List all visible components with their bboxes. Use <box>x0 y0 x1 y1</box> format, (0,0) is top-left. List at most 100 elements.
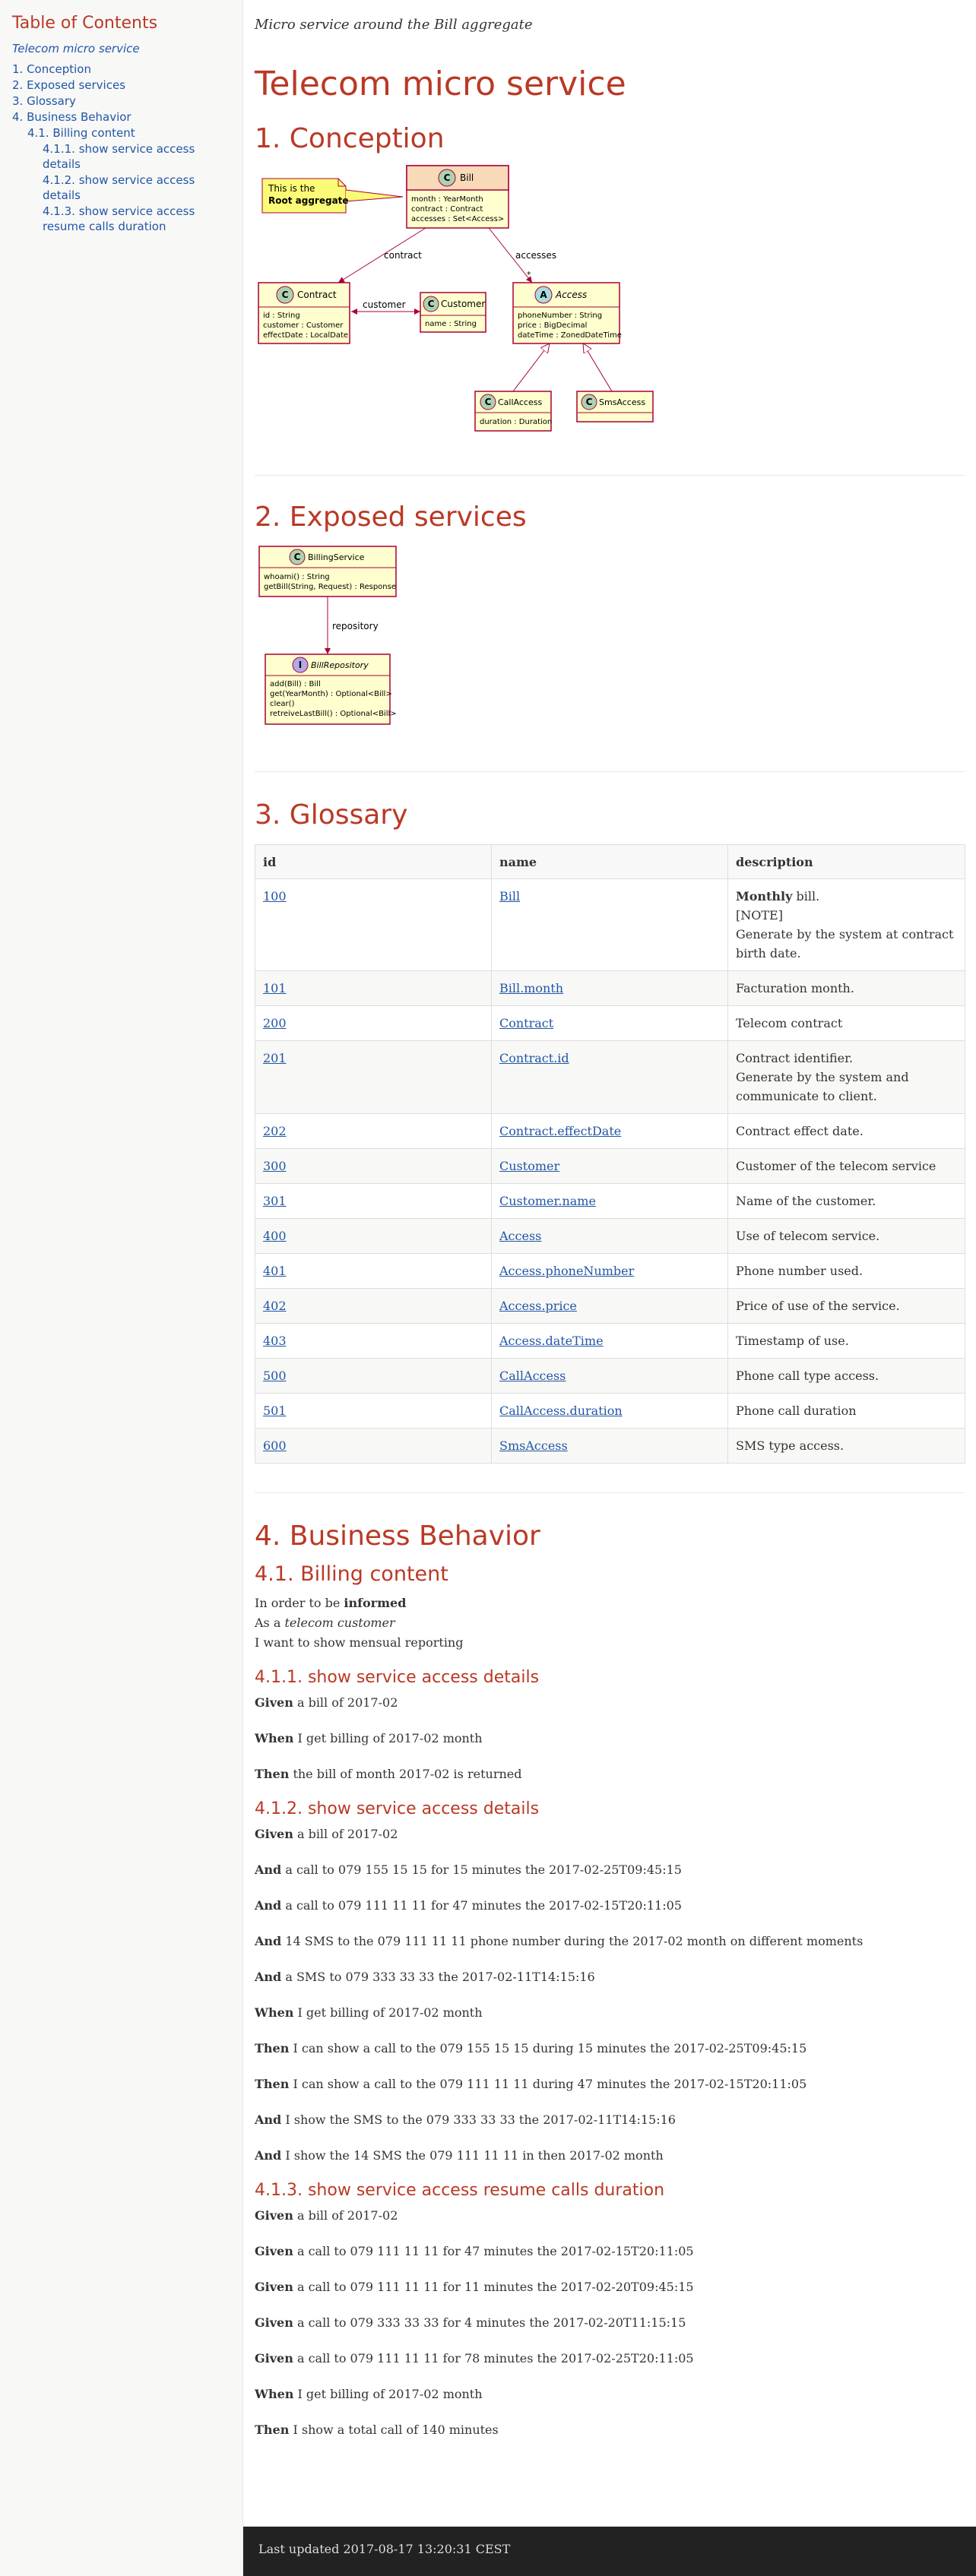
toc-document-title: Telecom micro service <box>12 42 140 55</box>
scenario-step: When I get billing of 2017-02 month <box>255 2003 965 2023</box>
toc-link-exposed-services[interactable]: 2. Exposed services <box>12 78 230 93</box>
glossary-name-link[interactable]: Bill <box>499 889 520 903</box>
cell-id: 300 <box>255 1148 492 1184</box>
toc-link-billing-content[interactable]: 4.1. Billing content <box>12 125 230 141</box>
glossary-id-link[interactable]: 300 <box>263 1159 287 1173</box>
intro-line: I want to show mensual reporting <box>255 1633 965 1653</box>
svg-text:SmsAccess: SmsAccess <box>599 397 645 407</box>
description-text: Contract effect date. <box>736 1124 864 1138</box>
step-text: a call to 079 111 11 11 for 47 minutes t… <box>293 2244 694 2258</box>
toc-link-scenario-1[interactable]: 4.1.1. show service access details <box>12 141 230 172</box>
step-text: a call to 079 155 15 15 for 15 minutes t… <box>281 1862 682 1877</box>
description-line: Monthly bill. <box>736 887 957 906</box>
glossary-name-link[interactable]: CallAccess.duration <box>499 1404 623 1418</box>
glossary-id-link[interactable]: 101 <box>263 981 287 995</box>
class-diagram-domain: This is the Root aggregate C Bill month … <box>258 165 654 432</box>
svg-text:price : BigDecimal: price : BigDecimal <box>518 321 587 330</box>
glossary-id-link[interactable]: 500 <box>263 1369 287 1383</box>
description-text: Phone call type access. <box>736 1369 879 1383</box>
cell-name: Contract.effectDate <box>491 1113 728 1149</box>
glossary-name-link[interactable]: Contract.effectDate <box>499 1124 621 1138</box>
glossary-id-link[interactable]: 301 <box>263 1194 287 1208</box>
cell-name: SmsAccess <box>491 1428 728 1464</box>
glossary-id-link[interactable]: 600 <box>263 1438 287 1453</box>
step-text: 14 SMS to the 079 111 11 11 phone number… <box>281 1934 864 1948</box>
intro-text: In order to be <box>255 1596 344 1610</box>
svg-text:Contract: Contract <box>297 290 337 300</box>
toc-link-conception[interactable]: 1. Conception <box>12 62 230 77</box>
glossary-name-link[interactable]: Customer.name <box>499 1194 596 1208</box>
step-text: a call to 079 111 11 11 for 47 minutes t… <box>281 1898 682 1913</box>
step-text: a bill of 2017-02 <box>293 2208 398 2223</box>
glossary-id-link[interactable]: 403 <box>263 1334 287 1348</box>
cell-description: Timestamp of use. <box>727 1323 965 1359</box>
glossary-name-link[interactable]: Contract <box>499 1016 553 1030</box>
glossary-header-row: id name description <box>255 844 965 879</box>
intro-bold: informed <box>344 1596 407 1610</box>
step-text: I can show a call to the 079 111 11 11 d… <box>289 2077 807 2091</box>
svg-text:dateTime : ZonedDateTime: dateTime : ZonedDateTime <box>518 331 622 340</box>
step-text: I can show a call to the 079 155 15 15 d… <box>289 2041 807 2055</box>
description-line: Generate by the system and communicate t… <box>736 1068 957 1106</box>
cell-id: 101 <box>255 970 492 1006</box>
glossary-id-link[interactable]: 402 <box>263 1299 287 1313</box>
description-text: Phone call duration <box>736 1404 857 1418</box>
scenarios: 4.1.1. show service access details Given … <box>255 1668 965 2440</box>
glossary-id-link[interactable]: 501 <box>263 1404 287 1418</box>
toc-link-glossary[interactable]: 3. Glossary <box>12 93 230 109</box>
step-keyword: When <box>255 1731 294 1745</box>
description-text: Facturation month. <box>736 981 854 995</box>
glossary-name-link[interactable]: SmsAccess <box>499 1438 568 1453</box>
scenario-step: And a call to 079 111 11 11 for 47 minut… <box>255 1896 965 1916</box>
svg-text:BillingService: BillingService <box>308 552 365 562</box>
description-line: Generate by the system at contract birth… <box>736 925 957 963</box>
glossary-name-link[interactable]: Access <box>499 1229 541 1243</box>
glossary-name-link[interactable]: CallAccess <box>499 1369 566 1383</box>
section-heading-glossary: 3. Glossary <box>255 799 408 831</box>
glossary-id-link[interactable]: 201 <box>263 1051 287 1065</box>
table-row: 500 CallAccess Phone call type access. <box>255 1358 965 1394</box>
glossary-name-link[interactable]: Bill.month <box>499 981 563 995</box>
glossary-name-link[interactable]: Customer <box>499 1159 559 1173</box>
cell-id: 401 <box>255 1253 492 1289</box>
last-updated-text: Last updated 2017-08-17 13:20:31 CEST <box>258 2542 511 2556</box>
column-header-name: name <box>491 844 728 879</box>
toc-link-business-behavior[interactable]: 4. Business Behavior <box>12 109 230 125</box>
description-line: Phone number used. <box>736 1261 957 1280</box>
svg-text:retreiveLastBill() : Optional<: retreiveLastBill() : Optional<Bill> <box>270 710 397 718</box>
relation-label-repository: repository <box>332 621 379 631</box>
table-row: 600 SmsAccess SMS type access. <box>255 1428 965 1464</box>
glossary-name-link[interactable]: Access.price <box>499 1299 577 1313</box>
description-text: Name of the customer. <box>736 1194 876 1208</box>
cell-description: Facturation month. <box>727 970 965 1006</box>
table-row: 402 Access.price Price of use of the servi… <box>255 1288 965 1324</box>
step-text: a call to 079 111 11 11 for 11 minutes t… <box>293 2280 694 2294</box>
toc-link-scenario-3[interactable]: 4.1.3. show service access resume calls … <box>12 204 230 234</box>
cell-description: Contract effect date. <box>727 1113 965 1149</box>
description-line: [NOTE] <box>736 906 957 925</box>
description-text: Use of telecom service. <box>736 1229 880 1243</box>
cell-name: Access <box>491 1218 728 1254</box>
glossary-id-link[interactable]: 200 <box>263 1016 287 1030</box>
svg-text:duration : Duration: duration : Duration <box>480 418 552 426</box>
svg-text:add(Bill) : Bill: add(Bill) : Bill <box>270 680 321 688</box>
glossary-name-link[interactable]: Contract.id <box>499 1051 569 1065</box>
description-line: Customer of the telecom service <box>736 1157 957 1176</box>
glossary-name-link[interactable]: Access.dateTime <box>499 1334 604 1348</box>
glossary-name-link[interactable]: Access.phoneNumber <box>499 1264 634 1278</box>
glossary-id-link[interactable]: 100 <box>263 889 287 903</box>
toc-link-scenario-2[interactable]: 4.1.2. show service access details <box>12 172 230 203</box>
class-name: Bill <box>460 172 474 183</box>
glossary-id-link[interactable]: 202 <box>263 1124 287 1138</box>
scenario-step: Given a call to 079 111 11 11 for 78 min… <box>255 2349 965 2369</box>
glossary-id-link[interactable]: 401 <box>263 1264 287 1278</box>
cell-id: 202 <box>255 1113 492 1149</box>
description-text: [NOTE] <box>736 908 783 922</box>
cell-description: Customer of the telecom service <box>727 1148 965 1184</box>
cell-id: 201 <box>255 1040 492 1114</box>
glossary-id-link[interactable]: 400 <box>263 1229 287 1243</box>
scenario-step: And a SMS to 079 333 33 33 the 2017-02-1… <box>255 1967 965 1987</box>
table-row: 201 Contract.id Contract identifier. Genera… <box>255 1040 965 1114</box>
step-text: a bill of 2017-02 <box>293 1695 398 1710</box>
step-text: the bill of month 2017-02 is returned <box>289 1767 522 1781</box>
